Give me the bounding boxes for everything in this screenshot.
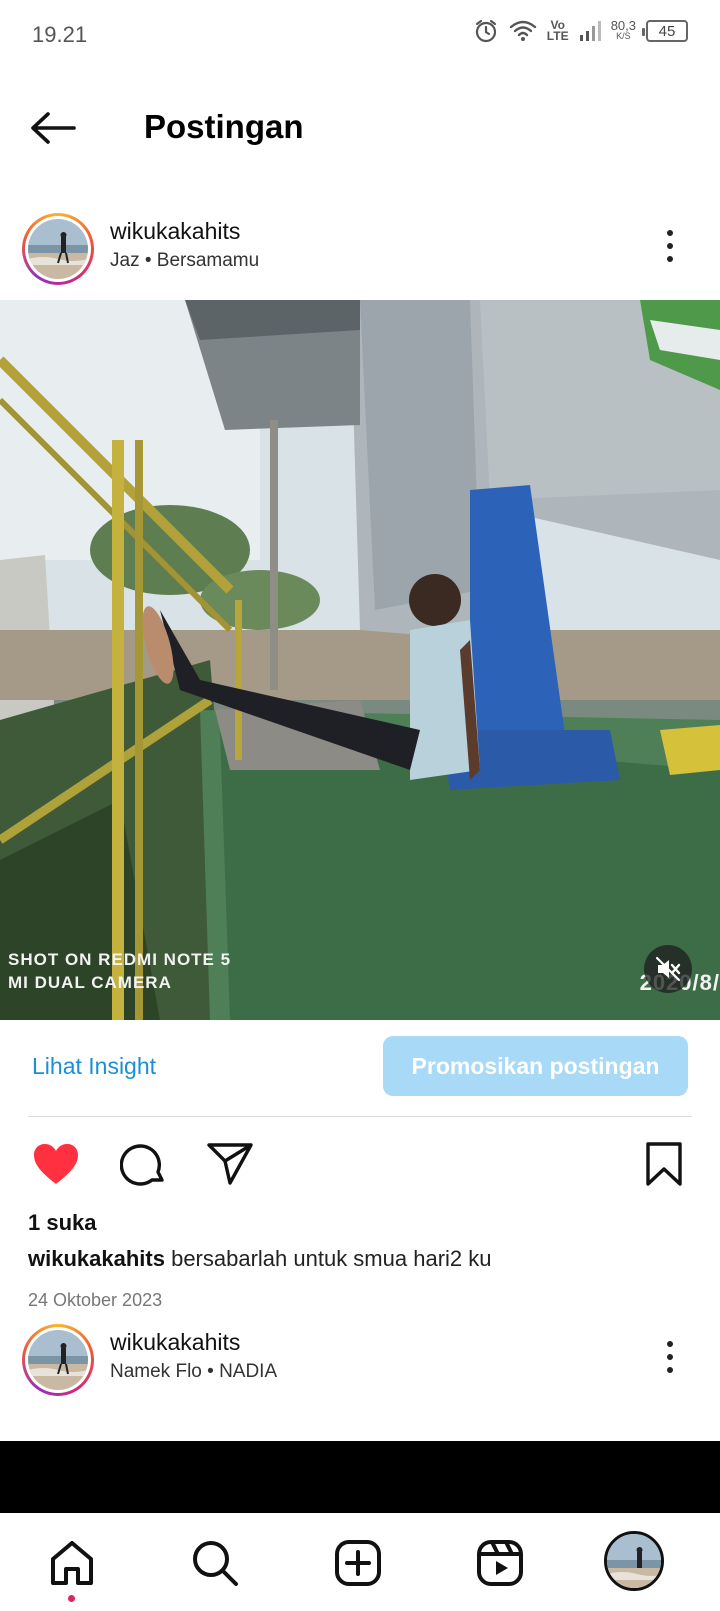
insight-row: Lihat Insight Promosikan postingan xyxy=(0,1036,720,1096)
reels-icon xyxy=(477,1540,523,1586)
post-header: wikukakahits Jaz • Bersamamu xyxy=(0,208,720,288)
back-button[interactable] xyxy=(28,108,84,148)
post-music[interactable]: Jaz • Bersamamu xyxy=(110,250,259,272)
photo-watermark: SHOT ON REDMI NOTE 5 MI DUAL CAMERA xyxy=(8,948,231,994)
post-username[interactable]: wikukakahits xyxy=(110,1329,240,1356)
signal-icon xyxy=(579,21,601,41)
heart-filled-icon xyxy=(34,1144,78,1184)
dot xyxy=(667,1367,673,1373)
dot xyxy=(667,230,673,236)
wifi-icon xyxy=(509,20,536,41)
avatar-image xyxy=(28,219,88,279)
post-header: wikukakahits Namek Flo • NADIA xyxy=(0,1319,720,1399)
nav-profile[interactable] xyxy=(602,1529,666,1593)
notification-dot xyxy=(68,1595,75,1602)
nav-search[interactable] xyxy=(185,1533,245,1593)
app-header: Postingan xyxy=(0,88,720,168)
more-options-button[interactable] xyxy=(660,226,680,266)
profile-avatar xyxy=(604,1531,664,1591)
dot xyxy=(667,243,673,249)
more-options-button[interactable] xyxy=(660,1337,680,1377)
page-title: Postingan xyxy=(144,108,304,145)
post-photo[interactable]: SHOT ON REDMI NOTE 5 MI DUAL CAMERA 2020… xyxy=(0,300,720,1020)
arrow-left-icon xyxy=(31,112,76,144)
post-caption: wikukakahits bersabarlah untuk smua hari… xyxy=(28,1246,492,1272)
photo-watermark-line1: SHOT ON REDMI NOTE 5 xyxy=(8,950,232,969)
post-actions xyxy=(0,1136,720,1192)
bookmark-icon xyxy=(646,1142,682,1186)
alarm-icon xyxy=(475,19,496,43)
net-speed: 80,3 K/S xyxy=(610,18,636,42)
nav-create[interactable] xyxy=(328,1533,388,1593)
comment-icon xyxy=(120,1144,164,1186)
post-date: 24 Oktober 2023 xyxy=(28,1290,163,1310)
dot xyxy=(667,256,673,262)
promote-post-button[interactable]: Promosikan postingan xyxy=(383,1036,688,1096)
nav-reels[interactable] xyxy=(470,1533,530,1593)
avatar[interactable] xyxy=(22,1324,94,1396)
status-bar: 19.21 Vo LTE 80,3 K/S 45 xyxy=(0,0,720,72)
bottom-nav xyxy=(0,1513,720,1611)
status-time: 19.21 xyxy=(32,22,88,47)
divider xyxy=(28,1116,692,1117)
mute-button[interactable] xyxy=(644,945,692,993)
photo-watermark-line2: MI DUAL CAMERA xyxy=(8,973,172,992)
send-icon xyxy=(207,1143,253,1185)
home-icon xyxy=(51,1541,93,1585)
next-post-media[interactable] xyxy=(0,1441,720,1513)
battery-indicator: 45 xyxy=(642,20,688,42)
caption-username[interactable]: wikukakahits xyxy=(28,1246,165,1271)
avatar[interactable] xyxy=(22,213,94,285)
photo-scene xyxy=(0,300,720,1020)
likes-count[interactable]: 1 suka xyxy=(28,1210,97,1236)
dot xyxy=(667,1354,673,1360)
post-username[interactable]: wikukakahits xyxy=(110,218,240,245)
save-button[interactable] xyxy=(638,1138,690,1190)
comment-button[interactable] xyxy=(118,1138,170,1190)
search-icon xyxy=(193,1541,238,1586)
caption-text: bersabarlah untuk smua hari2 ku xyxy=(171,1246,492,1271)
volume-muted-icon xyxy=(655,956,681,982)
create-icon xyxy=(335,1540,381,1586)
net-speed-value: 80,3 xyxy=(610,18,636,33)
share-button[interactable] xyxy=(204,1138,256,1190)
avatar-image xyxy=(28,1330,88,1390)
post-music[interactable]: Namek Flo • NADIA xyxy=(110,1361,277,1383)
dot xyxy=(667,1341,673,1347)
volte-indicator: Vo LTE xyxy=(546,18,569,43)
view-insights-link[interactable]: Lihat Insight xyxy=(32,1053,156,1080)
status-icons: Vo LTE 80,3 K/S 45 xyxy=(473,18,688,44)
nav-home[interactable] xyxy=(42,1533,102,1593)
like-button[interactable] xyxy=(30,1138,82,1190)
